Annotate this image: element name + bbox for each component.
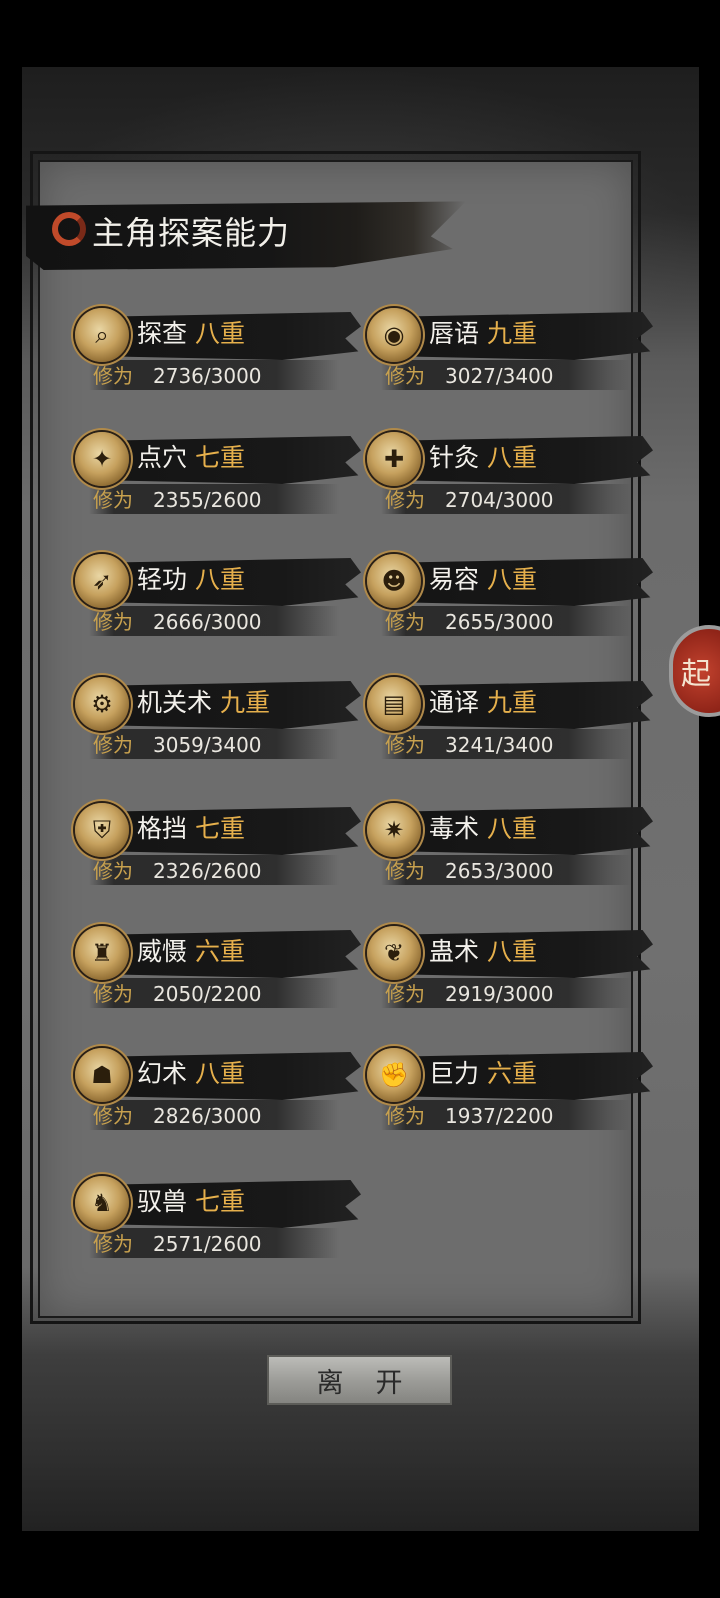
acupoint-strike-icon: ✦ [75, 432, 129, 486]
ability-item-qinggong[interactable]: ➶ 轻功 八重 修为 2666/3000 [75, 554, 365, 644]
ability-name: 唇语 [429, 319, 480, 348]
ability-rank: 九重 [487, 688, 538, 717]
ability-item-tancha[interactable]: ⌕ 探查 八重 修为 2736/3000 [75, 308, 365, 398]
ability-item-dushu[interactable]: ✷ 毒术 八重 修为 2653/3000 [367, 803, 657, 893]
cultivation-value: 2919/3000 [445, 982, 554, 1006]
leaping-figure-icon: ➶ [75, 554, 129, 608]
ability-rank: 九重 [487, 319, 538, 348]
gear-mechanism-icon: ⚙ [75, 677, 129, 731]
ability-name: 蛊术 [429, 937, 480, 966]
cultivation-label: 修为 [93, 364, 133, 388]
ability-item-juli[interactable]: ✊ 巨力 六重 修为 1937/2200 [367, 1048, 657, 1138]
cultivation-label: 修为 [385, 364, 425, 388]
leave-button[interactable]: 离开 [267, 1355, 452, 1405]
cultivation-label: 修为 [385, 859, 425, 883]
cultivation-label: 修为 [93, 610, 133, 634]
ability-name: 易容 [429, 565, 480, 594]
ability-rank: 六重 [487, 1059, 538, 1088]
ability-item-jiguanshu[interactable]: ⚙ 机关术 九重 修为 3059/3400 [75, 677, 365, 767]
cultivation-label: 修为 [385, 982, 425, 1006]
ability-item-chunyu[interactable]: ◉ 唇语 九重 修为 3027/3400 [367, 308, 657, 398]
cultivation-value: 2571/2600 [153, 1232, 262, 1256]
ability-item-tongyi[interactable]: ▤ 通译 九重 修为 3241/3400 [367, 677, 657, 767]
wolf-head-icon: ♞ [75, 1176, 129, 1230]
cultivation-label: 修为 [93, 1104, 133, 1128]
shield-block-icon: ⛨ [75, 803, 129, 857]
needle-icon: ✚ [367, 432, 421, 486]
ability-rank: 七重 [195, 443, 246, 472]
cultivation-label: 修为 [385, 733, 425, 757]
mask-icon: ☻ [367, 554, 421, 608]
ability-item-zhenjiu[interactable]: ✚ 针灸 八重 修为 2704/3000 [367, 432, 657, 522]
ability-rank: 九重 [220, 688, 271, 717]
lips-icon: ◉ [367, 308, 421, 362]
cultivation-value: 3027/3400 [445, 364, 554, 388]
scroll-book-icon: ▤ [367, 677, 421, 731]
ability-rank: 八重 [487, 814, 538, 843]
cultivation-label: 修为 [385, 1104, 425, 1128]
spider-icon: ✷ [367, 803, 421, 857]
ability-name: 毒术 [429, 814, 480, 843]
ability-item-gushu[interactable]: ❦ 蛊术 八重 修为 2919/3000 [367, 926, 657, 1016]
cultivation-label: 修为 [385, 610, 425, 634]
magnifier-icon: ⌕ [75, 308, 129, 362]
cultivation-value: 2736/3000 [153, 364, 262, 388]
cultivation-value: 2653/3000 [445, 859, 554, 883]
cultivation-label: 修为 [385, 488, 425, 512]
ability-rank: 八重 [487, 937, 538, 966]
ability-name: 巨力 [429, 1059, 480, 1088]
ability-item-huanshu[interactable]: ☗ 幻术 八重 修为 2826/3000 [75, 1048, 365, 1138]
cultivation-value: 3059/3400 [153, 733, 262, 757]
hooded-figure-icon: ☗ [75, 1048, 129, 1102]
insect-larva-icon: ❦ [367, 926, 421, 980]
ability-name: 威慑 [137, 937, 188, 966]
ability-name: 探查 [137, 319, 188, 348]
cultivation-value: 2704/3000 [445, 488, 554, 512]
ability-rank: 八重 [487, 443, 538, 472]
cultivation-label: 修为 [93, 859, 133, 883]
ability-item-dianxue[interactable]: ✦ 点穴 七重 修为 2355/2600 [75, 432, 365, 522]
ability-rank: 六重 [195, 937, 246, 966]
page-title: 主角探案能力 [92, 214, 291, 252]
fist-icon: ✊ [367, 1048, 421, 1102]
ability-name: 轻功 [137, 565, 188, 594]
ability-rank: 七重 [195, 814, 246, 843]
ability-name: 点穴 [137, 443, 188, 472]
ability-item-weishe[interactable]: ♜ 威慑 六重 修为 2050/2200 [75, 926, 365, 1016]
ability-name: 幻术 [137, 1059, 188, 1088]
warrior-figure-icon: ♜ [75, 926, 129, 980]
cultivation-value: 2326/2600 [153, 859, 262, 883]
ability-rank: 八重 [195, 565, 246, 594]
ability-item-yirong[interactable]: ☻ 易容 八重 修为 2655/3000 [367, 554, 657, 644]
screen: 主角探案能力 ⌕ 探查 八重 修为 2736/3000 ✦ 点穴 七重 修为 235… [0, 0, 720, 1598]
ability-item-yushou[interactable]: ♞ 驭兽 七重 修为 2571/2600 [75, 1176, 365, 1266]
cultivation-value: 2666/3000 [153, 610, 262, 634]
cultivation-value: 2355/2600 [153, 488, 262, 512]
title-logo-icon [52, 212, 86, 246]
ability-name: 格挡 [137, 814, 188, 843]
cultivation-label: 修为 [93, 1232, 133, 1256]
cultivation-label: 修为 [93, 488, 133, 512]
ability-name: 机关术 [137, 688, 213, 717]
cultivation-value: 1937/2200 [445, 1104, 554, 1128]
cultivation-value: 2050/2200 [153, 982, 262, 1006]
ability-name: 通译 [429, 688, 480, 717]
cultivation-label: 修为 [93, 982, 133, 1006]
cultivation-value: 2826/3000 [153, 1104, 262, 1128]
ability-rank: 八重 [195, 1059, 246, 1088]
ability-rank: 七重 [195, 1187, 246, 1216]
ability-rank: 八重 [487, 565, 538, 594]
cultivation-label: 修为 [93, 733, 133, 757]
ability-name: 驭兽 [137, 1187, 188, 1216]
ability-item-gedang[interactable]: ⛨ 格挡 七重 修为 2326/2600 [75, 803, 365, 893]
cultivation-value: 2655/3000 [445, 610, 554, 634]
ability-rank: 八重 [195, 319, 246, 348]
cultivation-value: 3241/3400 [445, 733, 554, 757]
ability-name: 针灸 [429, 443, 480, 472]
